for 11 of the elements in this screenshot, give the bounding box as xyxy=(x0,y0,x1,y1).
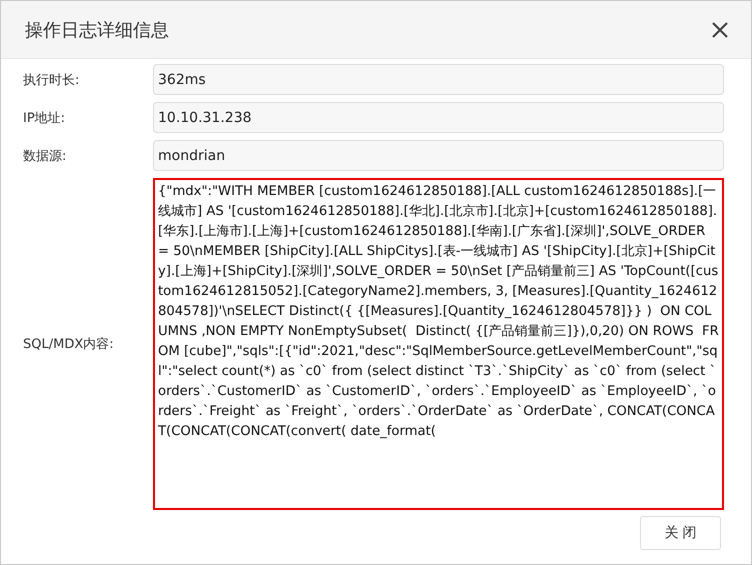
field-label: 数据源: xyxy=(23,148,68,164)
close-icon xyxy=(711,20,729,38)
field-label: 执行时长: xyxy=(23,72,80,88)
dialog-title: 操作日志详细信息 xyxy=(25,18,169,42)
close-dialog-button[interactable]: 关 闭 xyxy=(640,516,721,550)
input-field[interactable]: mondrian xyxy=(153,140,724,171)
input-field[interactable]: 10.10.31.238 xyxy=(153,102,724,133)
input-field[interactable]: 362ms xyxy=(153,64,724,95)
content-textarea[interactable]: {"mdx":"WITH MEMBER [custom1624612850188].[ALL custom1624612850188s].[一线城市] AS '[custom1624612850188].[华北].[北京市].[北京]+[custom1624612850188].[华东].[上海市].[上海]+[custom1624612850188].[华南].[广东省].[深圳]',SOLVE_ORDER = 50\nMEMBER [ShipCity].[ALL ShipCitys].[表-一线城市] AS '[ShipCity].[北京]+[ShipCity].[上海]+[ShipCity].[深圳]',SOLVE_ORDER = 50\nSet [产品销量前三] AS 'TopCount([custom1624612815052].[CategoryName2].members, 3, [Measures].[Quantity_1624612804578])'\nSELECT Distinct({ {[Measures].[Quantity_1624612804578]}} ) ON COLUMNS ,NON EMPTY NonEmptySubset( Distinct( {[产品销量前三]}),0,20) ON ROWS FROM [cube]","sqls":[{"id":2021,"desc":"SqlMemberSource.getLevelMemberCount","sql":"select count(*) as `c0` from (select distinct `T3`.`ShipCity` as `c0` from (select `orders`.`CustomerID` as `CustomerID`, `orders`.`EmployeeID` as `EmployeeID`, `orders`.`Freight` as `Freight`, `orders`.`OrderDate` as `OrderDate`, CONCAT(CONCAT(CONCAT(CONCAT(convert( date_format( xyxy=(153,178,724,510)
field-label: IP地址: xyxy=(23,110,66,126)
field-label: SQL/MDX内容: xyxy=(23,336,115,353)
